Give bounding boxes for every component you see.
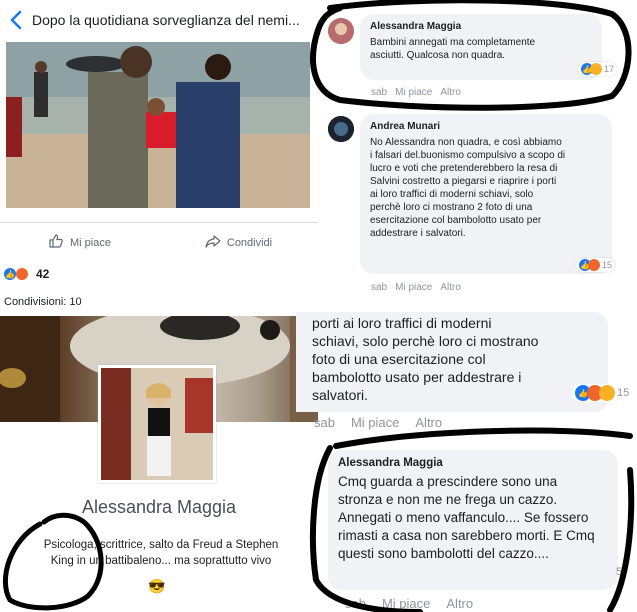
post-header: Dopo la quotidiana sorveglianza del nemi… (0, 0, 318, 40)
like-button[interactable]: Mi piace (0, 233, 159, 252)
avatar[interactable] (328, 18, 354, 44)
angry-reaction-icon (16, 268, 28, 280)
comment-text: Cmq guarda a prescindere sono una stronz… (338, 474, 595, 561)
zoomed-text-line: salvatori. (312, 387, 369, 403)
comment-like-link[interactable]: Mi piace (382, 596, 430, 611)
comment-bubble: Alessandra Maggia Bambini annegati ma co… (360, 14, 602, 80)
comment-like-link[interactable]: Mi piace (395, 87, 432, 98)
comment-more-link[interactable]: Altro (440, 87, 461, 98)
bio-line-2: King in un battibaleno... ma soprattutto… (50, 555, 272, 567)
haha-reaction-icon (590, 63, 602, 75)
comment-author[interactable]: Alessandra Maggia (370, 21, 592, 32)
comment-like-link[interactable]: Mi piace (395, 282, 432, 293)
zoomed-comment-bubble: porti ai loro traffici di moderni schiav… (296, 312, 608, 412)
reaction-count: 15 (602, 260, 613, 270)
comment-author[interactable]: Alessandra Maggia (338, 457, 608, 469)
chevron-left-icon[interactable] (6, 8, 26, 32)
share-label: Condividi (226, 236, 273, 249)
comment-bubble: Andrea Munari No Alessandra non quadra, … (360, 114, 612, 274)
comment-meta: sab Mi piace Altro (345, 596, 473, 611)
avatar[interactable] (328, 116, 354, 142)
bio-line-1: Psicologa, scrittrice, salto da Freud a … (43, 539, 279, 551)
shares-count[interactable]: Condivisioni: 10 (4, 296, 82, 308)
comment-reactions[interactable]: 👍 15 (572, 384, 633, 402)
post-reactions[interactable]: 👍 42 (4, 264, 49, 284)
like-label: Mi piace (70, 236, 111, 249)
share-button[interactable]: Condividi (159, 233, 318, 252)
angry-reaction-icon (588, 259, 600, 271)
comment-more-link[interactable]: Altro (440, 282, 461, 293)
comment-time: sab (371, 87, 388, 98)
zoomed-text-line: bambolotto usato per addestrare i (312, 369, 522, 385)
comment-time: sab (314, 415, 335, 430)
zoomed-text-line: porti ai loro traffici di moderni (312, 315, 492, 331)
screenshot-collage: Dopo la quotidiana sorveglianza del nemi… (0, 0, 637, 612)
comment-text: No Alessandra non quadra, e così abbiamo… (370, 137, 566, 239)
post-actions-bar: Mi piace Condividi (0, 222, 318, 262)
comment-text: Bambini annegati ma completamente asciut… (370, 37, 536, 61)
comment-more-link[interactable]: Altro (415, 415, 442, 430)
comment-meta: sab Mi piace Altro (371, 282, 461, 293)
comment-meta: sab Mi piace Altro (371, 87, 461, 98)
thumbs-up-icon (48, 233, 64, 252)
comment-more-link[interactable]: Altro (446, 596, 473, 611)
comment-like-link[interactable]: Mi piace (351, 415, 399, 430)
haha-reaction-icon (599, 385, 615, 401)
reaction-count: 15 (617, 387, 630, 399)
comment-bubble: Alessandra Maggia Cmq guarda a prescinde… (328, 450, 618, 590)
zoomed-text-line: foto di una esercitazione col (312, 351, 486, 367)
comment-reactions[interactable]: 👍 17 (578, 62, 618, 76)
comment-author[interactable]: Andrea Munari (370, 121, 602, 132)
post-photo[interactable] (6, 42, 310, 208)
sunglasses-emoji-icon: 😎 (148, 578, 166, 594)
profile-name: Alessandra Maggia (81, 497, 237, 517)
comment-reactions[interactable]: 5 (614, 566, 622, 578)
reaction-count: 5 (616, 566, 623, 578)
like-reaction-icon: 👍 (4, 268, 16, 280)
reaction-count: 17 (604, 64, 615, 74)
comment-reactions[interactable]: 👍 15 (576, 258, 616, 272)
profile-picture[interactable] (98, 365, 216, 483)
comment-time: sab (371, 282, 388, 293)
comment-time: sab (345, 596, 366, 611)
zoomed-comment-meta: sab Mi piace Altro (314, 415, 442, 430)
share-arrow-icon (205, 233, 221, 252)
reaction-count: 42 (36, 267, 50, 281)
zoomed-text-line: schiavi, solo perchè loro ci mostrano (312, 333, 539, 349)
profile-bio: Psicologa, scrittrice, salto da Freud a … (4, 537, 318, 569)
post-title[interactable]: Dopo la quotidiana sorveglianza del nemi… (32, 12, 300, 28)
